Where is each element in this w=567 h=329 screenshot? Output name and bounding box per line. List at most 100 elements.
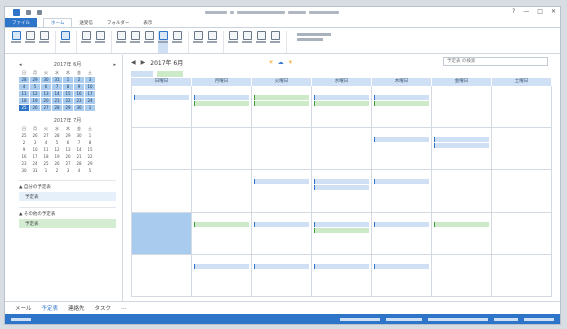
my-calendars-title[interactable]: ▲ 自分の予定表 [19,184,116,192]
close-button[interactable]: ✕ [551,8,556,15]
appointment-item[interactable] [194,95,249,100]
find-people-group[interactable] [297,31,337,41]
appointment-item[interactable] [254,221,309,227]
nav-more[interactable]: … [121,305,127,311]
day-cell[interactable] [492,212,552,255]
day-cell[interactable] [312,170,372,213]
mini-cal-day[interactable]: 26 [30,105,40,111]
appointment-item[interactable] [134,95,189,100]
appointment-item[interactable] [374,95,429,100]
day-cell[interactable] [192,254,252,297]
mini-cal-day[interactable]: 29 [63,133,73,139]
next-7-days-button[interactable] [95,31,105,53]
mini-cal-day[interactable]: 4 [41,140,51,146]
calendar-permissions-button[interactable] [270,31,280,53]
day-cell[interactable] [252,170,312,213]
day-cell[interactable] [192,170,252,213]
mini-cal-day[interactable]: 1 [63,77,73,83]
tab-send-receive[interactable]: 送受信 [72,18,100,27]
day-cell[interactable] [312,86,372,129]
mini-cal-day[interactable]: 28 [52,133,62,139]
calendar-search-input[interactable]: 予定表 の検索 [443,57,548,66]
mini-cal-day[interactable]: 4 [19,84,29,90]
mini-cal-day[interactable]: 10 [85,84,95,90]
next-month-button[interactable]: ▶ [141,59,146,66]
mini-cal-day[interactable]: 13 [41,91,51,97]
mini-cal-day[interactable]: 14 [74,147,84,153]
mini-cal-day[interactable]: 28 [74,161,84,167]
day-cell[interactable] [492,254,552,297]
day-cell[interactable] [492,86,552,129]
day-cell[interactable] [132,86,192,129]
calendar-folder-item[interactable]: 予定表 [19,192,116,201]
day-cell[interactable] [312,128,372,171]
appointment-item[interactable] [194,263,249,269]
mini-cal-day[interactable]: 5 [85,168,95,174]
mini-cal-day[interactable]: 2 [19,140,29,146]
mini-cal-day[interactable]: 26 [52,161,62,167]
day-cell[interactable] [372,86,432,129]
mini-cal-day[interactable]: 28 [19,77,29,83]
mini-cal-day[interactable]: 13 [63,147,73,153]
mini-cal-day[interactable]: 27 [41,105,51,111]
schedule-view-button[interactable] [172,31,182,53]
mini-cal-day[interactable]: 18 [41,154,51,160]
appointment-item[interactable] [374,221,429,227]
appointment-item[interactable] [194,101,249,106]
mini-cal-day[interactable]: 17 [85,91,95,97]
other-calendar-folder-item[interactable]: 予定表 [19,219,116,228]
tab-home[interactable]: ホーム [43,18,73,27]
mini-cal-day[interactable]: 17 [30,154,40,160]
day-cell[interactable] [132,170,192,213]
appointment-item[interactable] [434,137,489,143]
mini-cal-day[interactable]: 2 [74,77,84,83]
tab-folder[interactable]: フォルダー [100,18,137,27]
mini-cal-day[interactable]: 24 [85,98,95,104]
mini-cal-day[interactable]: 24 [30,161,40,167]
appointment-item[interactable] [254,101,309,106]
mini-cal-day[interactable]: 10 [30,147,40,153]
day-cell[interactable] [192,86,252,129]
nav-calendar[interactable]: 予定表 [42,304,59,312]
week-view-button[interactable] [144,31,154,53]
appointment-item[interactable] [314,263,369,269]
new-meeting-button[interactable] [25,31,35,53]
day-cell[interactable] [372,170,432,213]
day-cell[interactable] [312,254,372,297]
mini-cal-day[interactable]: 4 [74,168,84,174]
appointment-item[interactable] [254,179,309,185]
day-cell[interactable] [192,212,252,255]
day-cell[interactable] [492,128,552,171]
publish-online-button[interactable] [256,31,266,53]
email-calendar-button[interactable] [228,31,238,53]
minimize-button[interactable]: — [523,8,529,15]
day-cell[interactable] [312,212,372,255]
mini-cal-day[interactable]: 21 [74,154,84,160]
mini-cal-day[interactable]: 7 [74,140,84,146]
mini-cal-day[interactable]: 11 [41,147,51,153]
mini-cal-day[interactable]: 16 [74,91,84,97]
other-calendars-title[interactable]: ▲ その他の予定表 [19,211,116,219]
day-cell[interactable] [132,254,192,297]
legend-calendar[interactable] [131,70,153,77]
mini-cal-day[interactable]: 19 [52,154,62,160]
day-cell[interactable] [372,212,432,255]
mini-cal-day[interactable]: 25 [19,133,29,139]
mini-cal-day[interactable]: 23 [74,98,84,104]
mini-cal-day[interactable]: 27 [41,133,51,139]
mini-cal-day[interactable]: 1 [85,133,95,139]
work-week-view-button[interactable] [130,31,140,53]
mini-cal-day[interactable]: 22 [63,98,73,104]
mini-cal-day[interactable]: 31 [30,168,40,174]
mini-cal-day[interactable]: 29 [30,77,40,83]
mini-cal-day[interactable]: 30 [19,168,29,174]
mini-cal-day[interactable]: 3 [85,77,95,83]
mini-cal-day[interactable]: 1 [41,168,51,174]
nav-people[interactable]: 連絡先 [68,304,85,312]
appointment-item[interactable] [434,143,489,149]
mini-cal-day[interactable]: 31 [52,77,62,83]
mini-cal-day[interactable]: 22 [85,154,95,160]
nav-tasks[interactable]: タスク [95,304,112,312]
mini-cal-day[interactable]: 25 [19,105,29,111]
day-cell[interactable] [492,170,552,213]
